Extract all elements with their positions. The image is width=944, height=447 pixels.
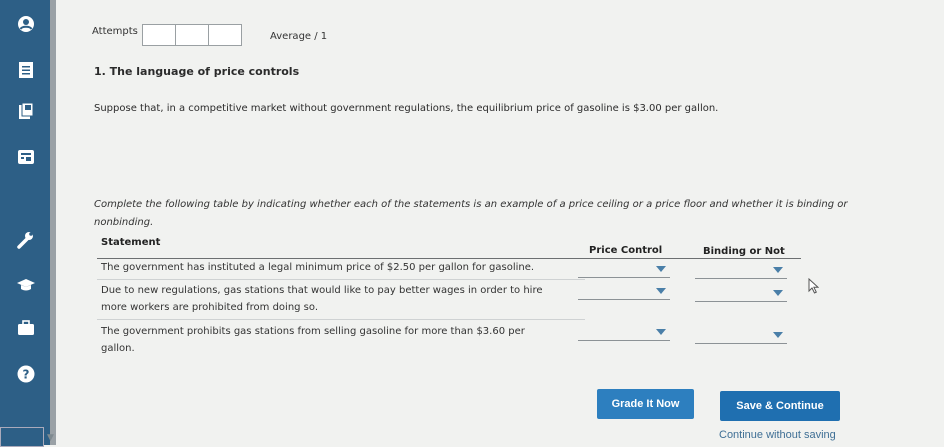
price-control-select-2[interactable]	[578, 287, 670, 300]
row-divider	[97, 319, 585, 320]
binding-select-1[interactable]	[695, 266, 787, 279]
wrench-icon[interactable]	[16, 230, 36, 250]
row-divider	[97, 279, 585, 280]
statement-row-3: The government prohibits gas stations fr…	[101, 326, 525, 354]
instructions: Complete the following table by indicati…	[94, 199, 848, 228]
sidebar: ?	[0, 0, 50, 445]
mouse-cursor-icon	[808, 277, 820, 298]
dropdown-caret-icon	[656, 266, 666, 272]
svg-text:?: ?	[23, 368, 30, 382]
dropdown-caret-icon	[773, 267, 783, 273]
scrollbar[interactable]	[50, 0, 56, 445]
dropdown-caret-icon	[773, 290, 783, 296]
attempt-box	[208, 24, 242, 46]
grade-it-now-button[interactable]: Grade It Now	[597, 389, 694, 419]
graduation-cap-icon[interactable]	[16, 275, 36, 295]
question-text: Suppose that, in a competitive market wi…	[94, 103, 719, 114]
price-control-header: Price Control	[589, 245, 663, 256]
statement-header: Statement	[101, 237, 161, 248]
calculator-icon[interactable]	[16, 147, 36, 167]
question-title: 1. The language of price controls	[94, 65, 300, 78]
attempt-box	[142, 24, 176, 46]
binding-select-3[interactable]	[695, 331, 787, 344]
dropdown-caret-icon	[656, 329, 666, 335]
average-label: Average / 1	[270, 31, 328, 42]
dropdown-caret-icon	[773, 332, 783, 338]
help-icon[interactable]: ?	[16, 364, 36, 384]
chevron-down-icon[interactable]: ▼	[47, 433, 54, 443]
briefcase-icon[interactable]	[16, 318, 36, 338]
binding-header: Binding or Not	[703, 246, 785, 257]
dropdown-caret-icon	[656, 288, 666, 294]
notes-icon[interactable]	[16, 60, 36, 80]
save-and-continue-button[interactable]: Save & Continue	[720, 391, 840, 421]
binding-select-2[interactable]	[695, 289, 787, 302]
statement-row-1: The government has instituted a legal mi…	[101, 262, 535, 273]
attempts-label: Attempts	[92, 26, 138, 37]
continue-without-saving-link[interactable]: Continue without saving	[719, 429, 836, 441]
book-icon[interactable]	[16, 101, 36, 121]
user-icon[interactable]	[16, 14, 36, 34]
price-control-select-1[interactable]	[578, 265, 670, 278]
statement-row-2: Due to new regulations, gas stations tha…	[101, 285, 543, 313]
collapsed-panel-widget[interactable]	[0, 427, 44, 447]
price-control-select-3[interactable]	[578, 328, 670, 341]
attempt-box	[175, 24, 209, 46]
attempt-boxes	[142, 24, 242, 46]
